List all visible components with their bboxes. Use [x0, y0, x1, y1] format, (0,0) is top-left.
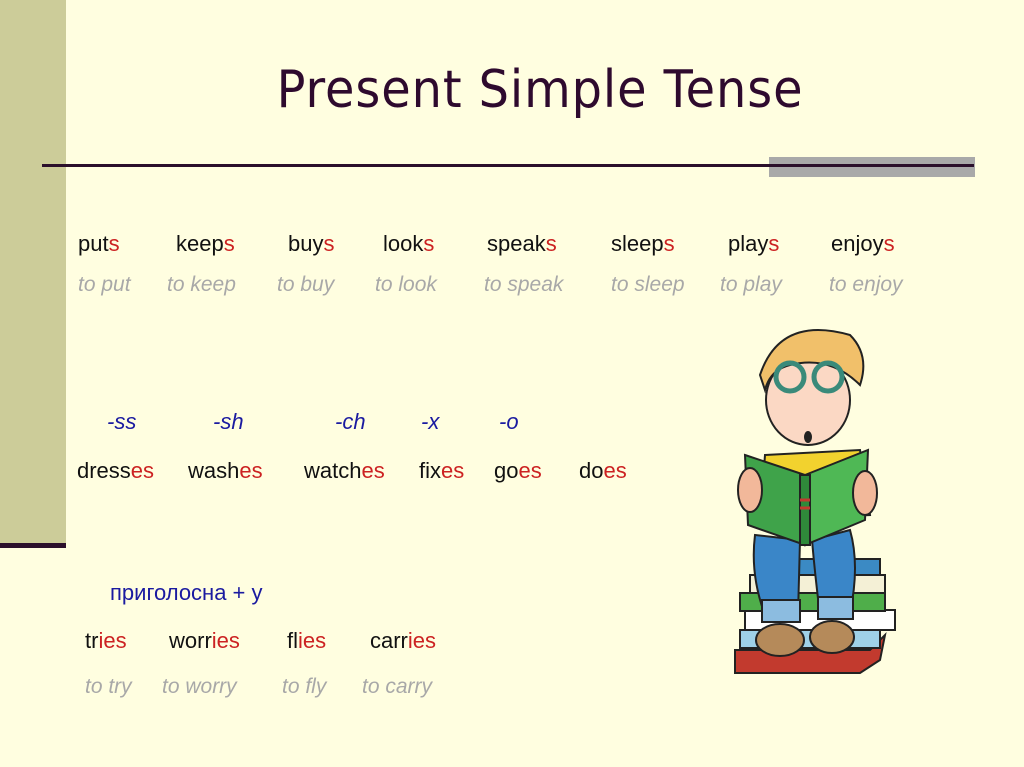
- word-ending: ies: [211, 628, 240, 653]
- word-stem: buy: [288, 231, 324, 256]
- word-s-5: sleeps: [611, 231, 675, 257]
- rule-label: -o: [499, 409, 519, 434]
- infinitive: to fly: [282, 675, 327, 698]
- rule-label: -x: [421, 409, 440, 434]
- infinitive: to buy: [277, 273, 335, 296]
- word-ending: s: [323, 231, 335, 256]
- word-s-2: buys: [288, 231, 334, 257]
- word-ending: s: [423, 231, 435, 256]
- right-hand: [852, 470, 878, 516]
- word-ending: es: [518, 458, 542, 483]
- word-stem: put: [78, 231, 109, 256]
- word-ending: es: [603, 458, 627, 483]
- word-s-3: looks: [383, 231, 434, 257]
- word-stem: worr: [169, 628, 212, 653]
- word-ies-1: worries: [169, 628, 240, 654]
- word-ending: ies: [98, 628, 127, 653]
- infinitive: to keep: [167, 273, 236, 296]
- word-s-1: keeps: [176, 231, 235, 257]
- infinitive: to sleep: [611, 273, 685, 296]
- word-stem: fl: [287, 628, 298, 653]
- slide-title: Present Simple Tense: [276, 60, 804, 120]
- word-stem: look: [383, 231, 424, 256]
- infinitive: to worry: [162, 675, 237, 698]
- side-rule: [0, 543, 66, 548]
- word-es-5: does: [579, 458, 627, 484]
- word-ies-0: tries: [85, 628, 127, 654]
- word-ending: es: [441, 458, 465, 483]
- word-ending: ies: [407, 628, 437, 653]
- title-divider: [42, 164, 974, 167]
- word-es-1: washes: [188, 458, 263, 484]
- word-es-2: watches: [304, 458, 385, 484]
- word-stem: wash: [188, 458, 240, 483]
- infinitive: to play: [720, 273, 782, 296]
- word-ending: s: [545, 231, 557, 256]
- infinitive: to carry: [362, 675, 433, 698]
- word-stem: do: [579, 458, 604, 483]
- word-stem: sleep: [611, 231, 664, 256]
- word-ending: s: [768, 231, 780, 256]
- infinitive: to try: [85, 675, 132, 698]
- word-stem: carr: [370, 628, 408, 653]
- infinitive: to look: [375, 273, 437, 296]
- word-stem: enjoy: [831, 231, 884, 256]
- rule-label: -ch: [335, 409, 366, 434]
- infinitive: to enjoy: [829, 273, 903, 296]
- word-stem: fix: [419, 458, 441, 483]
- rule-label: -sh: [213, 409, 244, 434]
- word-stem: tr: [85, 628, 99, 653]
- title-accent-block: [769, 157, 975, 177]
- head: [758, 329, 865, 446]
- word-stem: watch: [304, 458, 362, 483]
- boy-reading-book-icon: [734, 329, 896, 674]
- word-ending: es: [361, 458, 385, 483]
- word-stem: go: [494, 458, 519, 483]
- left-hand: [737, 467, 763, 513]
- word-ending: s: [223, 231, 235, 256]
- infinitive: to put: [78, 273, 131, 296]
- infinitive: to speak: [484, 273, 564, 296]
- rule-label: -ss: [107, 409, 137, 434]
- word-ending: s: [663, 231, 675, 256]
- word-stem: dress: [77, 458, 131, 483]
- word-stem: keep: [176, 231, 224, 256]
- word-s-4: speaks: [487, 231, 557, 257]
- word-es-0: dresses: [77, 458, 154, 484]
- word-es-4: goes: [494, 458, 542, 484]
- word-ending: s: [108, 231, 120, 256]
- word-ies-3: carries: [370, 628, 436, 654]
- word-stem: play: [728, 231, 769, 256]
- word-ies-2: flies: [287, 628, 326, 654]
- word-ending: es: [130, 458, 155, 483]
- word-s-0: puts: [78, 231, 120, 257]
- word-stem: speak: [487, 231, 546, 256]
- word-s-7: enjoys: [831, 231, 895, 257]
- word-ending: s: [883, 231, 895, 256]
- word-s-6: plays: [728, 231, 779, 257]
- word-es-3: fixes: [419, 458, 464, 484]
- consonant-y-rule: приголосна + y: [110, 580, 263, 605]
- word-ending: es: [239, 458, 263, 483]
- word-ending: ies: [298, 628, 327, 653]
